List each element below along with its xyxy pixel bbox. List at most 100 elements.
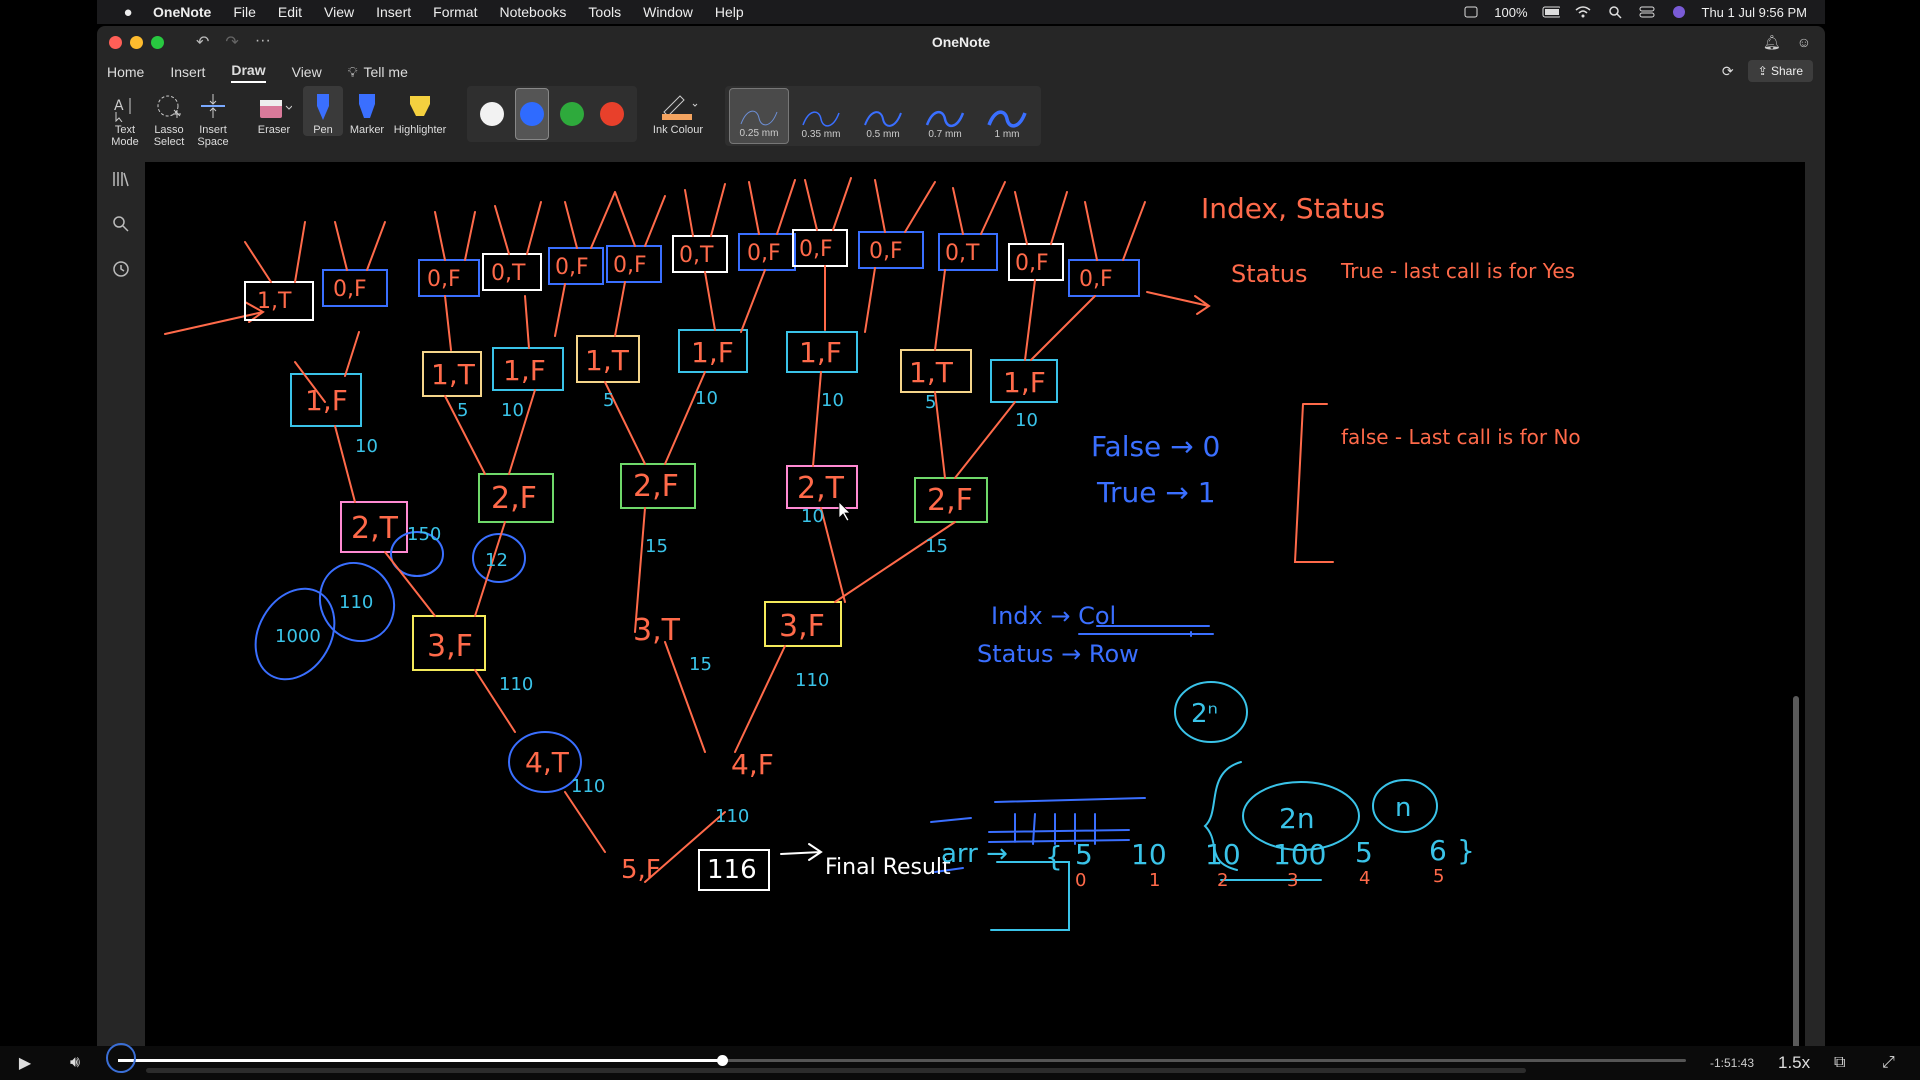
dp-table	[988, 797, 1146, 845]
progress-track[interactable]	[118, 1055, 1686, 1066]
progress-knob[interactable]	[716, 1055, 728, 1066]
battery-icon[interactable]	[1542, 5, 1560, 19]
smiley-feedback-icon[interactable]: ☺	[1797, 34, 1811, 51]
insert-space-button[interactable]: Insert Space	[193, 86, 233, 148]
scrub-bar[interactable]	[146, 1068, 1526, 1073]
leaf-value: 10	[501, 400, 524, 421]
status-label: Status	[1231, 260, 1307, 288]
mapping-false: False → 0	[1091, 430, 1220, 463]
onenote-window: ↶ ↷ ··· OneNote 🔔︎ ☺ Home Insert Draw Vi…	[97, 26, 1825, 1052]
siri-icon[interactable]	[1670, 5, 1688, 19]
menu-window[interactable]: Window	[643, 4, 693, 20]
recent-clock-icon[interactable]	[112, 260, 130, 283]
array-index: 4	[1359, 868, 1370, 889]
thickness-1[interactable]: 1 mm	[977, 88, 1037, 144]
menu-insert[interactable]: Insert	[376, 4, 411, 20]
node-label: 1,F	[305, 384, 348, 417]
node-label: 0,F	[555, 255, 589, 280]
swatch-red[interactable]	[595, 88, 629, 140]
close-window-button[interactable]	[109, 35, 122, 49]
swatch-blue-dot	[520, 102, 544, 126]
array-value: 5	[1355, 836, 1373, 869]
share-button[interactable]: ⇪ Share	[1747, 60, 1813, 82]
dp-size-note: 2n	[1279, 802, 1315, 835]
search-icon[interactable]	[112, 215, 130, 238]
minimize-window-button[interactable]	[130, 35, 143, 49]
node-label: 2,T	[797, 471, 845, 506]
control-center-icon[interactable]	[1638, 5, 1656, 19]
menu-file[interactable]: File	[233, 4, 256, 20]
wifi-icon[interactable]	[1574, 5, 1592, 19]
tab-view[interactable]: View	[292, 64, 322, 80]
apple-icon[interactable]: ●	[119, 4, 137, 21]
tab-insert[interactable]: Insert	[170, 64, 205, 80]
play-icon[interactable]: ▶	[0, 1053, 50, 1073]
array-index: 3	[1287, 870, 1298, 891]
menu-app-name[interactable]: OneNote	[153, 4, 211, 20]
pen-button[interactable]: Pen	[303, 86, 343, 136]
menu-notebooks[interactable]: Notebooks	[499, 4, 566, 20]
tab-home[interactable]: Home	[107, 64, 144, 80]
memo-value: 1000	[275, 626, 321, 647]
zoom-window-button[interactable]	[151, 35, 164, 49]
insert-space-label: Insert Space	[197, 124, 229, 148]
ink-colour-button[interactable]: Ink Colour	[651, 86, 705, 136]
node-label: 0,F	[1079, 267, 1113, 292]
thickness-025-label: 0.25 mm	[739, 128, 779, 139]
sync-icon[interactable]: ⟳	[1722, 63, 1734, 80]
playback-speed[interactable]: 1.5x	[1778, 1053, 1810, 1073]
menu-tools[interactable]: Tools	[588, 4, 621, 20]
tab-draw[interactable]: Draw	[231, 62, 266, 83]
stroke-035-icon	[802, 111, 840, 127]
thickness-07[interactable]: 0.7 mm	[915, 88, 975, 144]
redo-icon[interactable]: ↷	[225, 32, 238, 52]
text-mode-button[interactable]: A Text Mode	[105, 86, 145, 148]
status-bracket	[1293, 403, 1334, 563]
final-arrow	[780, 843, 823, 861]
node-label: 1,F	[799, 336, 842, 369]
marker-button[interactable]: Marker	[347, 86, 387, 136]
menu-edit[interactable]: Edit	[278, 4, 302, 20]
node-label: 2,F	[927, 483, 973, 518]
screen-icon[interactable]	[1462, 5, 1480, 19]
lasso-select-button[interactable]: Lasso Select	[149, 86, 189, 148]
vertical-scrollbar[interactable]	[1793, 696, 1799, 1052]
array-value: 10	[1131, 838, 1167, 871]
menu-format[interactable]: Format	[433, 4, 477, 20]
thickness-035[interactable]: 0.35 mm	[791, 88, 851, 144]
eraser-label: Eraser	[257, 124, 291, 136]
index-status-title: Index, Status	[1201, 192, 1385, 225]
picture-in-picture-icon[interactable]: ⧉	[1834, 1054, 1845, 1072]
stroke-1mm-icon	[987, 110, 1027, 128]
highlighter-icon	[407, 90, 433, 124]
more-options-icon[interactable]: ···	[255, 32, 271, 52]
undo-icon[interactable]: ↶	[196, 32, 209, 52]
swatch-green[interactable]	[555, 88, 589, 140]
swatch-white[interactable]	[475, 88, 509, 140]
node-label: 2,T	[351, 511, 399, 546]
bell-icon[interactable]: 🔔︎	[1763, 34, 1781, 51]
volume-icon[interactable]: 🔊︎	[50, 1054, 100, 1072]
highlighter-button[interactable]: Highlighter	[391, 86, 449, 136]
array-value: 10	[1205, 838, 1241, 871]
node-label: 0,F	[613, 253, 647, 278]
spotlight-search-icon[interactable]	[1606, 5, 1624, 19]
menu-view[interactable]: View	[324, 4, 354, 20]
notebooks-icon[interactable]	[112, 170, 130, 193]
swatch-green-dot	[560, 102, 584, 126]
leaf-value: 10	[801, 506, 824, 527]
node-label: 0,F	[333, 277, 367, 302]
thickness-05[interactable]: 0.5 mm	[853, 88, 913, 144]
eraser-button[interactable]: Eraser	[249, 86, 299, 136]
thickness-025[interactable]: 0.25 mm	[729, 88, 789, 144]
menu-help[interactable]: Help	[715, 4, 744, 20]
page-canvas[interactable]: 1,T 0,F 0,F 0,T 0,F 0,F 0,T 0,F 0,F 0,F …	[145, 162, 1805, 1052]
menubar-clock: Thu 1 Jul 9:56 PM	[1701, 4, 1808, 20]
leaf-value: 15	[689, 654, 712, 675]
leaf-value: 10	[355, 436, 378, 457]
array-index: 5	[1433, 866, 1444, 887]
ink-drawing[interactable]: 1,T 0,F 0,F 0,T 0,F 0,F 0,T 0,F 0,F 0,F …	[145, 162, 1805, 1052]
tell-me-box[interactable]: 💡︎ Tell me	[348, 64, 408, 81]
swatch-blue[interactable]	[515, 88, 549, 140]
fullscreen-icon[interactable]: ⤢	[1882, 1054, 1895, 1072]
